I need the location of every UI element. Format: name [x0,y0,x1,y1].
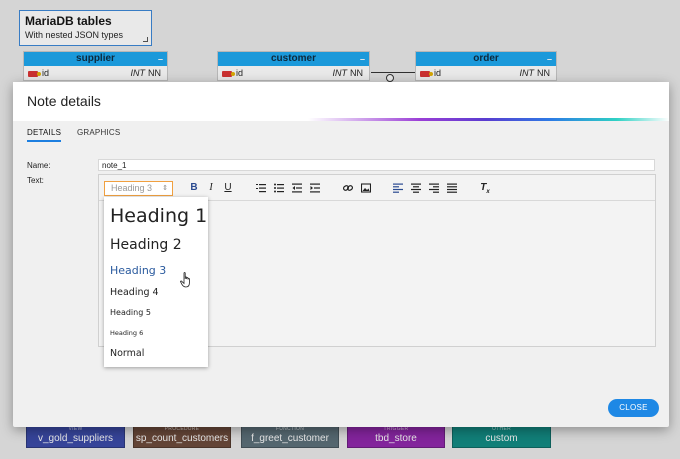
heading-select[interactable]: Heading 3 ⇕ [104,181,173,196]
select-arrow-icon: ⇕ [162,185,168,192]
header-accent-bar [13,118,669,121]
bullet-list-icon[interactable] [271,180,287,196]
link-icon[interactable] [340,180,356,196]
dropdown-normal[interactable]: Normal [110,348,144,359]
italic-icon[interactable]: I [203,180,219,196]
hand-cursor-icon [180,272,190,288]
dropdown-heading-5[interactable]: Heading 5 [110,308,151,317]
underline-icon[interactable]: U [220,180,236,196]
heading-dropdown: Heading 1 Heading 2 Heading 3 Heading 4 … [104,197,208,367]
image-icon[interactable] [358,180,374,196]
dropdown-heading-4[interactable]: Heading 4 [110,287,159,298]
ordered-list-icon[interactable] [253,180,269,196]
close-button[interactable]: CLOSE [608,399,659,417]
name-label: Name: [27,161,51,170]
text-label: Text: [27,176,44,185]
dropdown-heading-2[interactable]: Heading 2 [110,237,182,253]
note-details-dialog: Note details DETAILS GRAPHICS Name: Text… [13,82,669,427]
align-justify-icon[interactable] [444,180,460,196]
align-left-icon[interactable] [390,180,406,196]
align-center-icon[interactable] [408,180,424,196]
dropdown-heading-3[interactable]: Heading 3 [110,264,166,277]
dialog-title: Note details [27,93,101,109]
tab-details[interactable]: DETAILS [27,128,62,142]
dropdown-heading-1[interactable]: Heading 1 [110,205,207,227]
align-right-icon[interactable] [426,180,442,196]
dropdown-heading-6[interactable]: Heading 6 [110,329,143,337]
heading-select-value: Heading 3 [111,183,153,193]
dialog-header: Note details [13,82,669,121]
tab-graphics[interactable]: GRAPHICS [77,128,120,137]
indent-icon[interactable] [307,180,323,196]
outdent-icon[interactable] [289,180,305,196]
clear-format-icon[interactable]: Tx [477,180,493,196]
name-field[interactable] [98,159,655,171]
bold-icon[interactable]: B [186,180,202,196]
